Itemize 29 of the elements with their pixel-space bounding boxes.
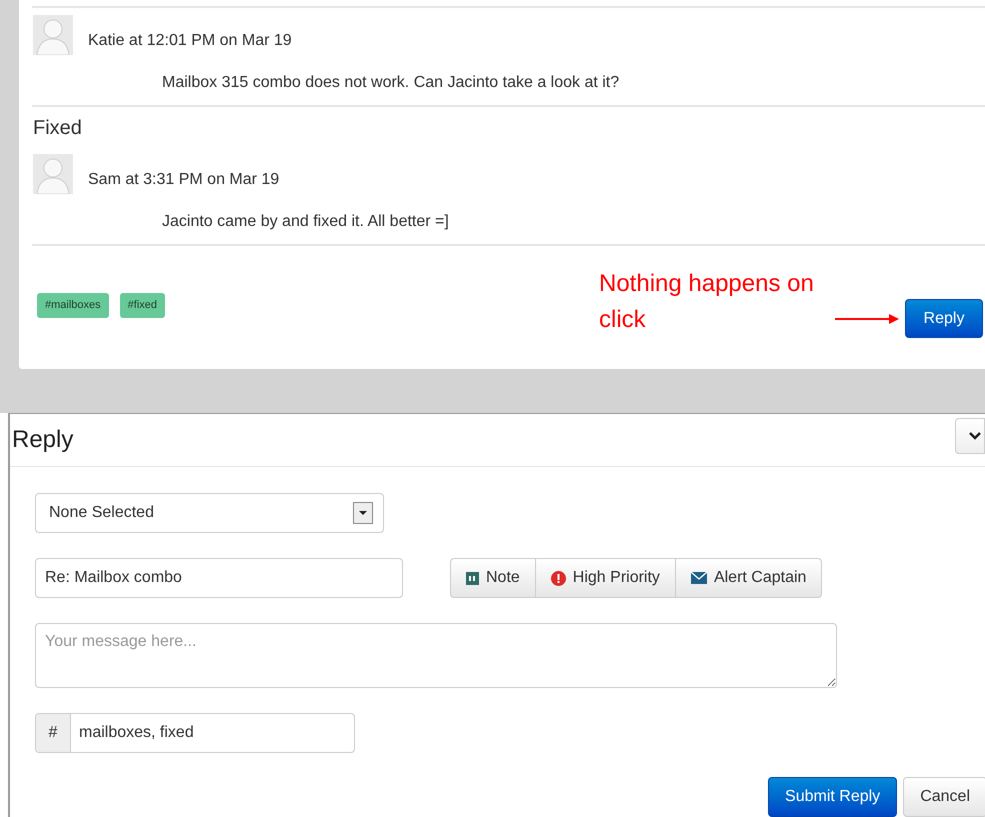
annotation-text: Nothing happens on click xyxy=(599,269,815,335)
exclamation-icon xyxy=(550,570,566,586)
subject-field[interactable]: Re: Mailbox combo xyxy=(35,558,403,598)
flag-button[interactable]: High Priority xyxy=(534,558,676,598)
status-text: Fixed xyxy=(32,116,83,141)
message-field[interactable]: Your message here... xyxy=(35,623,837,688)
comment-message: Jacinto came by and fixed it. All better =] xyxy=(161,212,450,232)
envelope-icon xyxy=(690,572,707,584)
avatar-icon xyxy=(33,15,73,55)
reply-button[interactable]: Reply xyxy=(905,299,983,338)
chevron-down-icon xyxy=(969,432,981,440)
hash-addon: # xyxy=(36,714,71,752)
category-select[interactable]: None Selected xyxy=(35,493,384,533)
flag-button[interactable]: Note xyxy=(450,558,536,598)
avatar-icon xyxy=(33,154,73,194)
dropdown-icon xyxy=(353,502,373,524)
cancel-button[interactable]: Cancel xyxy=(903,777,985,817)
comment-author: Katie at 12:01 PM on Mar 19 xyxy=(88,31,292,51)
comment-message: Mailbox 315 combo does not work. Can Jacinto take a look at it? xyxy=(161,73,620,93)
tag[interactable]: #fixed xyxy=(120,293,165,318)
flag-button[interactable]: Alert Captain xyxy=(674,558,822,598)
submit-button[interactable]: Submit Reply xyxy=(768,777,898,817)
comment-author: Sam at 3:31 PM on Mar 19 xyxy=(88,170,280,190)
arrow-icon xyxy=(835,314,899,324)
panel-title: Reply xyxy=(12,425,74,455)
note-icon xyxy=(466,572,479,584)
tag[interactable]: #mailboxes xyxy=(37,293,109,318)
collapse-button[interactable] xyxy=(955,418,985,454)
tags-field[interactable]: # mailboxes, fixed xyxy=(35,713,355,753)
